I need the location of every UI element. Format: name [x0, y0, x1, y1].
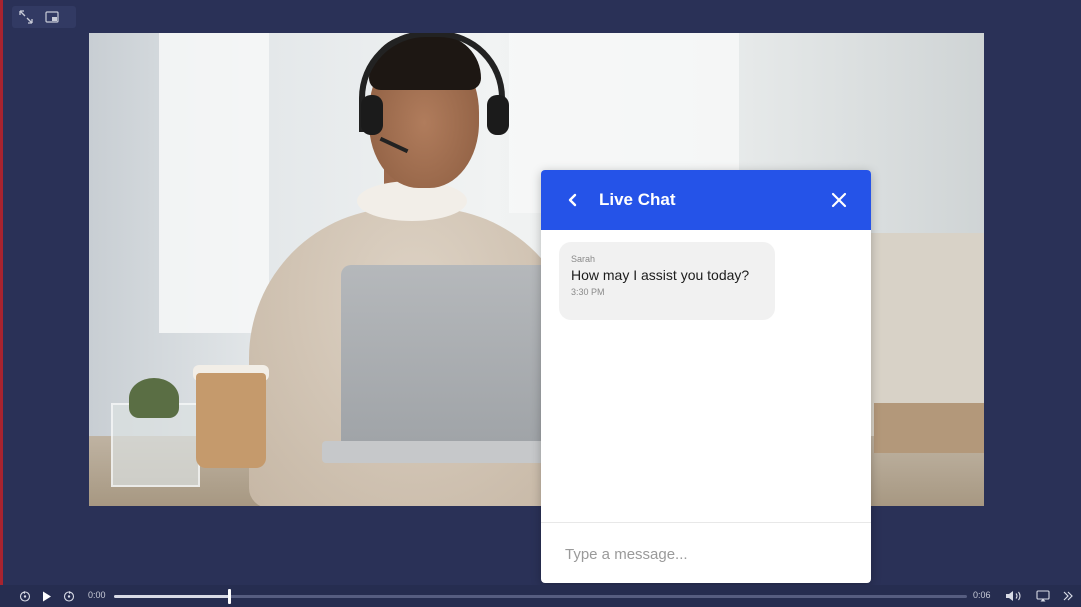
player-controls: 0:00 0:06 [0, 585, 1081, 607]
current-time: 0:00 [88, 590, 106, 600]
laptop [341, 265, 551, 460]
forward-icon[interactable] [61, 587, 77, 605]
cardboard-box [874, 403, 984, 453]
live-chat-widget: Live Chat Sarah How may I assist you tod… [541, 170, 871, 583]
left-edge-accent [0, 0, 3, 607]
message-text: How may I assist you today? [571, 267, 750, 283]
coffee-cup [196, 373, 266, 468]
laptop-base [322, 441, 572, 463]
progress-track[interactable] [114, 589, 967, 604]
message-input[interactable] [563, 537, 857, 571]
expand-icon[interactable] [18, 9, 34, 25]
rewind-icon[interactable] [17, 587, 33, 605]
close-icon[interactable] [827, 188, 851, 212]
top-toolbar [12, 6, 76, 28]
airplay-icon[interactable] [1035, 587, 1051, 605]
message-sender: Sarah [571, 254, 596, 264]
duration: 0:06 [973, 590, 991, 600]
play-icon[interactable] [39, 587, 55, 605]
volume-icon[interactable] [1004, 587, 1024, 605]
back-chevron-icon[interactable] [561, 188, 585, 212]
picture-in-picture-icon[interactable] [44, 9, 60, 25]
window-light [159, 33, 269, 333]
chat-header: Live Chat [541, 170, 871, 230]
progress-fill [114, 595, 229, 598]
message-time: 3:30 PM [571, 287, 605, 297]
progress-thumb[interactable] [228, 589, 231, 604]
next-icon[interactable] [1060, 587, 1076, 605]
chat-title: Live Chat [599, 190, 676, 209]
plant [129, 378, 179, 418]
message-bubble: Sarah How may I assist you today? 3:30 P… [559, 242, 775, 320]
chat-input-area [541, 522, 871, 583]
headset-earcup [487, 95, 509, 135]
headset-earcup [361, 95, 383, 135]
